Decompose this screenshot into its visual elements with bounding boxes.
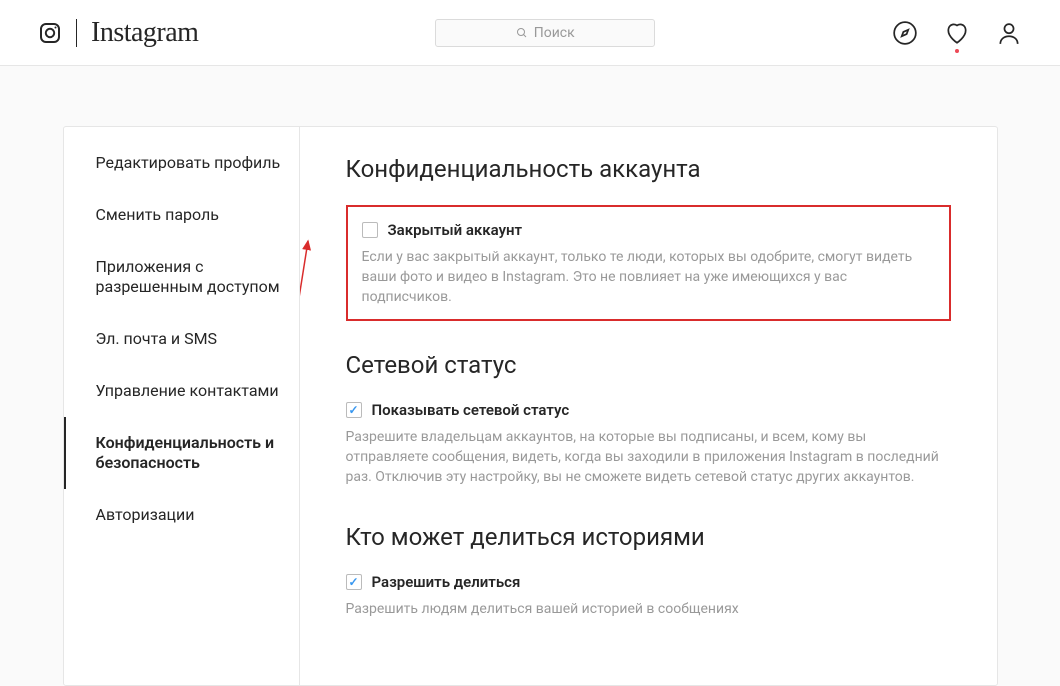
annotation-arrow <box>300 233 350 453</box>
settings-sidebar: Редактировать профиль Сменить пароль При… <box>64 127 300 685</box>
private-account-row: Закрытый аккаунт <box>362 221 935 239</box>
search-placeholder: Поиск <box>534 25 575 41</box>
activity-status-desc: Разрешите владельцам аккаунтов, на котор… <box>346 427 951 487</box>
profile-icon[interactable] <box>996 20 1022 46</box>
story-sharing-checkbox[interactable] <box>346 574 362 590</box>
section-title-activity-status: Сетевой статус <box>346 351 951 379</box>
settings-content: Конфиденциальность аккаунта Закрытый акк… <box>300 127 997 685</box>
top-nav: Instagram Поиск <box>0 0 1060 66</box>
sidebar-item-edit-profile[interactable]: Редактировать профиль <box>64 137 299 189</box>
header-center: Поиск <box>198 19 892 47</box>
section-title-account-privacy: Конфиденциальность аккаунта <box>346 155 951 183</box>
camera-icon[interactable] <box>38 21 62 45</box>
search-icon <box>516 27 528 39</box>
settings-panel: Редактировать профиль Сменить пароль При… <box>63 126 998 686</box>
section-title-story-sharing: Кто может делиться историями <box>346 523 951 551</box>
private-account-label: Закрытый аккаунт <box>388 221 523 239</box>
activity-status-block: Сетевой статус Показывать сетевой статус… <box>346 351 951 487</box>
sidebar-item-manage-contacts[interactable]: Управление контактами <box>64 365 299 417</box>
story-sharing-label: Разрешить делиться <box>372 573 521 591</box>
brand-divider <box>76 19 77 47</box>
story-sharing-row: Разрешить делиться <box>346 573 951 591</box>
explore-icon[interactable] <box>892 20 918 46</box>
sidebar-item-privacy-security[interactable]: Конфиденциальность и безопасность <box>64 417 299 489</box>
activity-status-label: Показывать сетевой статус <box>372 401 570 419</box>
activity-status-checkbox[interactable] <box>346 402 362 418</box>
brand-block: Instagram <box>38 17 198 49</box>
private-account-checkbox[interactable] <box>362 222 378 238</box>
header-actions <box>892 20 1022 46</box>
sidebar-item-change-password[interactable]: Сменить пароль <box>64 189 299 241</box>
story-sharing-desc: Разрешить людям делиться вашей историей … <box>346 599 951 619</box>
sidebar-item-authorized-apps[interactable]: Приложения с разрешенным доступом <box>64 241 299 313</box>
sidebar-item-email-sms[interactable]: Эл. почта и SMS <box>64 313 299 365</box>
sidebar-item-login-activity[interactable]: Авторизации <box>64 489 299 541</box>
wordmark[interactable]: Instagram <box>91 17 198 49</box>
private-account-highlight: Закрытый аккаунт Если у вас закрытый акк… <box>346 205 951 321</box>
search-input[interactable]: Поиск <box>435 19 655 47</box>
activity-status-row: Показывать сетевой статус <box>346 401 951 419</box>
activity-heart-icon[interactable] <box>944 20 970 46</box>
private-account-desc: Если у вас закрытый аккаунт, только те л… <box>362 247 935 307</box>
story-sharing-block: Кто может делиться историями Разрешить д… <box>346 523 951 619</box>
notification-dot <box>955 49 959 53</box>
